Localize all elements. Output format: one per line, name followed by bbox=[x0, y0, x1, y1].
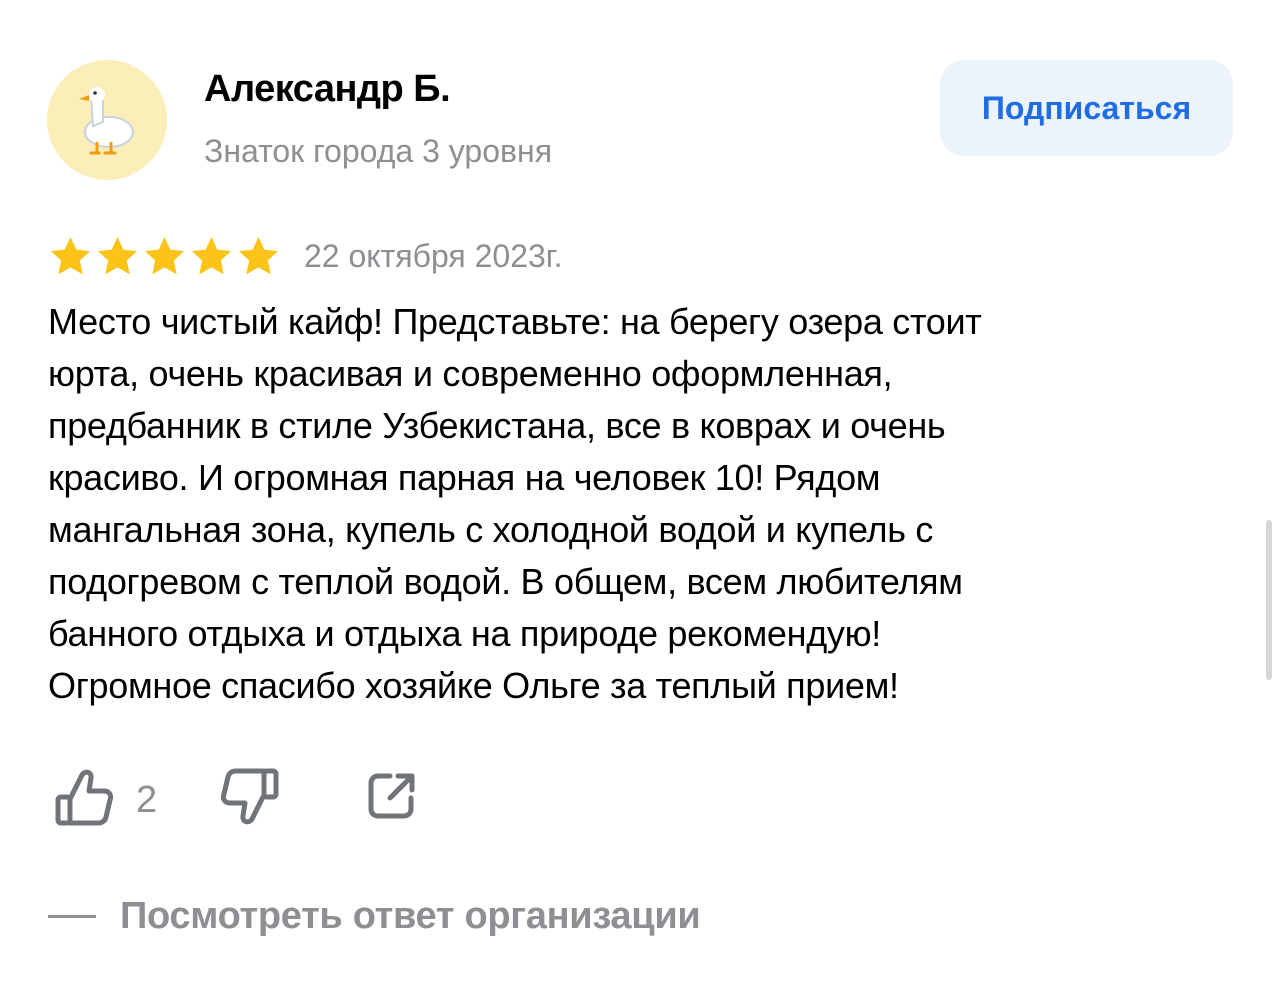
scrollbar-thumb[interactable] bbox=[1266, 520, 1272, 680]
rating-stars bbox=[48, 234, 281, 279]
author-level: Знаток города 3 уровня bbox=[204, 133, 553, 169]
like-count: 2 bbox=[136, 779, 158, 821]
thumbs-up-icon bbox=[55, 769, 114, 826]
star-icon bbox=[191, 236, 232, 275]
share-button[interactable] bbox=[364, 768, 426, 830]
share-icon bbox=[368, 773, 415, 819]
star-icon bbox=[144, 236, 185, 275]
dislike-button[interactable] bbox=[218, 765, 288, 835]
avatar[interactable] bbox=[47, 60, 167, 180]
view-org-reply-label: Посмотреть ответ организации bbox=[120, 895, 701, 937]
dash-divider bbox=[48, 915, 96, 918]
review-text: Место чистый кайф! Представьте: на берег… bbox=[48, 301, 982, 706]
thumbs-down-icon bbox=[220, 768, 279, 825]
star-icon bbox=[238, 236, 279, 275]
view-org-reply-link[interactable]: Посмотреть ответ организации bbox=[48, 895, 701, 938]
star-icon bbox=[97, 236, 138, 275]
author-name[interactable]: Александр Б. bbox=[204, 68, 451, 111]
like-button[interactable]: 2 bbox=[52, 765, 172, 835]
star-icon bbox=[50, 236, 91, 275]
subscribe-button[interactable]: Подписаться bbox=[940, 60, 1233, 156]
goose-icon bbox=[79, 87, 134, 155]
review-date: 22 октября 2023г. bbox=[304, 238, 563, 274]
